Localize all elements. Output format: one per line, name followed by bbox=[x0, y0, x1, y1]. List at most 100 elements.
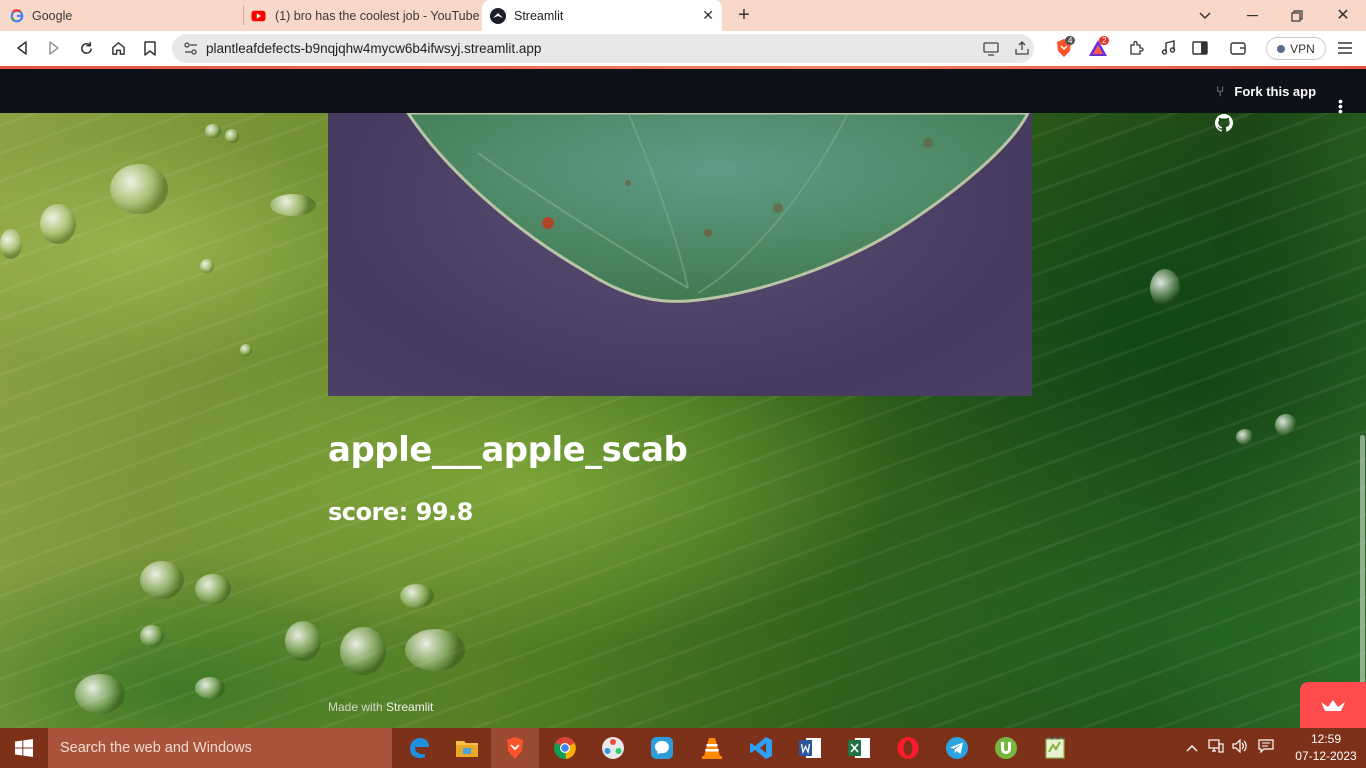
github-icon[interactable] bbox=[1215, 114, 1233, 132]
clock-date: 07-12-2023 bbox=[1295, 749, 1357, 763]
tab-google[interactable]: Google bbox=[10, 0, 242, 31]
search-placeholder: Search the web and Windows bbox=[60, 740, 252, 756]
bookmark-icon[interactable] bbox=[140, 38, 160, 58]
extensions-icon[interactable] bbox=[1126, 38, 1146, 58]
volume-icon[interactable] bbox=[1232, 738, 1248, 758]
file-explorer-icon[interactable] bbox=[443, 728, 491, 768]
water-droplet bbox=[110, 164, 168, 214]
cast-icon[interactable] bbox=[983, 41, 999, 56]
vpn-label: VPN bbox=[1290, 41, 1315, 56]
notifications-icon[interactable] bbox=[1258, 738, 1274, 758]
uploaded-leaf-image bbox=[328, 113, 1032, 396]
vlc-icon[interactable] bbox=[688, 728, 736, 768]
url-bar[interactable]: plantleafdefects-b9nqjqhw4mycw6b4ifwsyj.… bbox=[172, 34, 1034, 63]
footer-prefix: Made with bbox=[328, 700, 387, 714]
tab-title: Google bbox=[32, 8, 73, 23]
home-icon[interactable] bbox=[108, 38, 128, 58]
water-droplet bbox=[140, 625, 164, 647]
water-droplet bbox=[200, 259, 214, 273]
close-window-icon[interactable]: ✕ bbox=[1333, 5, 1353, 25]
water-droplet bbox=[205, 124, 221, 138]
windows-logo-icon bbox=[15, 739, 33, 757]
vpn-button[interactable]: VPN bbox=[1266, 37, 1326, 60]
network-icon[interactable] bbox=[1208, 738, 1224, 758]
site-settings-icon[interactable] bbox=[184, 42, 198, 55]
vpn-status-icon bbox=[1277, 44, 1286, 53]
brave-shield-icon[interactable]: 4 bbox=[1052, 36, 1076, 58]
main-menu-icon[interactable]: • • • bbox=[1338, 94, 1343, 118]
clock-time: 12:59 bbox=[1310, 732, 1342, 746]
water-droplet bbox=[140, 561, 184, 599]
brave-rewards-icon[interactable]: 2 bbox=[1086, 36, 1110, 58]
reload-icon[interactable] bbox=[76, 38, 96, 58]
water-droplet bbox=[400, 584, 434, 608]
streamlit-app: ⑂ Fork this app • • • apple___apple_scab… bbox=[0, 69, 1366, 728]
fork-label: Fork this app bbox=[1234, 83, 1317, 99]
streamlit-favicon-icon bbox=[490, 7, 506, 24]
share-icon[interactable] bbox=[1014, 40, 1030, 56]
youtube-icon bbox=[251, 10, 266, 21]
water-droplet bbox=[0, 229, 22, 259]
water-droplet bbox=[405, 629, 465, 671]
apple-leaf-illustration bbox=[406, 113, 1030, 303]
brave-icon[interactable] bbox=[491, 728, 539, 768]
water-droplet bbox=[240, 344, 252, 356]
sidebar-icon[interactable] bbox=[1190, 38, 1210, 58]
wallet-icon[interactable] bbox=[1228, 38, 1248, 58]
tab-title: (1) bro has the coolest job - YouTube bbox=[275, 8, 480, 23]
confidence-score: score: 99.8 bbox=[328, 498, 473, 526]
water-droplet bbox=[1150, 269, 1180, 307]
footer-brand: Streamlit bbox=[386, 700, 434, 714]
water-droplet bbox=[1236, 429, 1254, 445]
prediction-label: apple___apple_scab bbox=[328, 430, 688, 470]
tab-separator bbox=[243, 6, 244, 25]
tab-title: Streamlit bbox=[514, 8, 564, 23]
restore-icon[interactable] bbox=[1287, 6, 1307, 26]
taskbar-search-box[interactable]: Search the web and Windows bbox=[48, 728, 392, 768]
water-droplet bbox=[270, 194, 316, 216]
vscode-icon[interactable] bbox=[737, 728, 785, 768]
new-tab-icon[interactable]: + bbox=[734, 4, 754, 26]
water-droplet bbox=[1275, 414, 1297, 436]
messenger-icon[interactable] bbox=[638, 728, 686, 768]
tab-bar: Google (1) bro has the coolest job - You… bbox=[0, 0, 1366, 31]
water-droplet bbox=[195, 677, 225, 699]
water-droplet bbox=[340, 627, 386, 675]
menu-icon[interactable] bbox=[1335, 38, 1355, 58]
tab-streamlit[interactable]: Streamlit ✕ bbox=[482, 0, 722, 31]
tab-search-chevron-icon[interactable] bbox=[1195, 6, 1215, 26]
scrollbar[interactable] bbox=[1360, 435, 1365, 695]
streamlit-crown-icon bbox=[1321, 700, 1345, 711]
fork-icon: ⑂ bbox=[1216, 83, 1225, 99]
google-icon bbox=[10, 8, 24, 22]
show-hidden-icons-icon[interactable] bbox=[1186, 739, 1198, 757]
water-droplet bbox=[40, 204, 76, 244]
water-droplet bbox=[225, 129, 239, 143]
water-droplet bbox=[195, 574, 231, 604]
forward-icon[interactable] bbox=[44, 38, 64, 58]
taskbar-clock[interactable]: 12:59 07-12-2023 bbox=[1290, 731, 1362, 765]
streamlit-badge[interactable] bbox=[1300, 682, 1366, 728]
notepad-plus-icon[interactable] bbox=[1031, 728, 1079, 768]
media-icon[interactable] bbox=[1158, 38, 1178, 58]
back-icon[interactable] bbox=[12, 38, 32, 58]
excel-icon[interactable] bbox=[835, 728, 883, 768]
water-droplet bbox=[75, 674, 125, 714]
davinci-icon[interactable] bbox=[589, 728, 637, 768]
word-icon[interactable] bbox=[786, 728, 834, 768]
streamlit-header: ⑂ Fork this app • • • bbox=[0, 69, 1366, 118]
opera-icon[interactable] bbox=[884, 728, 932, 768]
system-tray bbox=[1186, 728, 1274, 768]
telegram-icon[interactable] bbox=[933, 728, 981, 768]
minimize-icon[interactable] bbox=[1242, 6, 1262, 26]
chrome-icon[interactable] bbox=[541, 728, 589, 768]
made-with-streamlit-footer[interactable]: Made with Streamlit bbox=[328, 700, 433, 714]
fork-app-button[interactable]: ⑂ Fork this app bbox=[1216, 83, 1316, 99]
utorrent-icon[interactable] bbox=[982, 728, 1030, 768]
water-droplet bbox=[285, 621, 321, 661]
close-tab-icon[interactable]: ✕ bbox=[702, 7, 714, 24]
tab-youtube[interactable]: (1) bro has the coolest job - YouTube bbox=[250, 0, 480, 31]
start-button[interactable] bbox=[0, 728, 48, 768]
edge-icon[interactable] bbox=[395, 728, 443, 768]
windows-taskbar: Search the web and Windows 12:59 07-12-2… bbox=[0, 728, 1366, 768]
